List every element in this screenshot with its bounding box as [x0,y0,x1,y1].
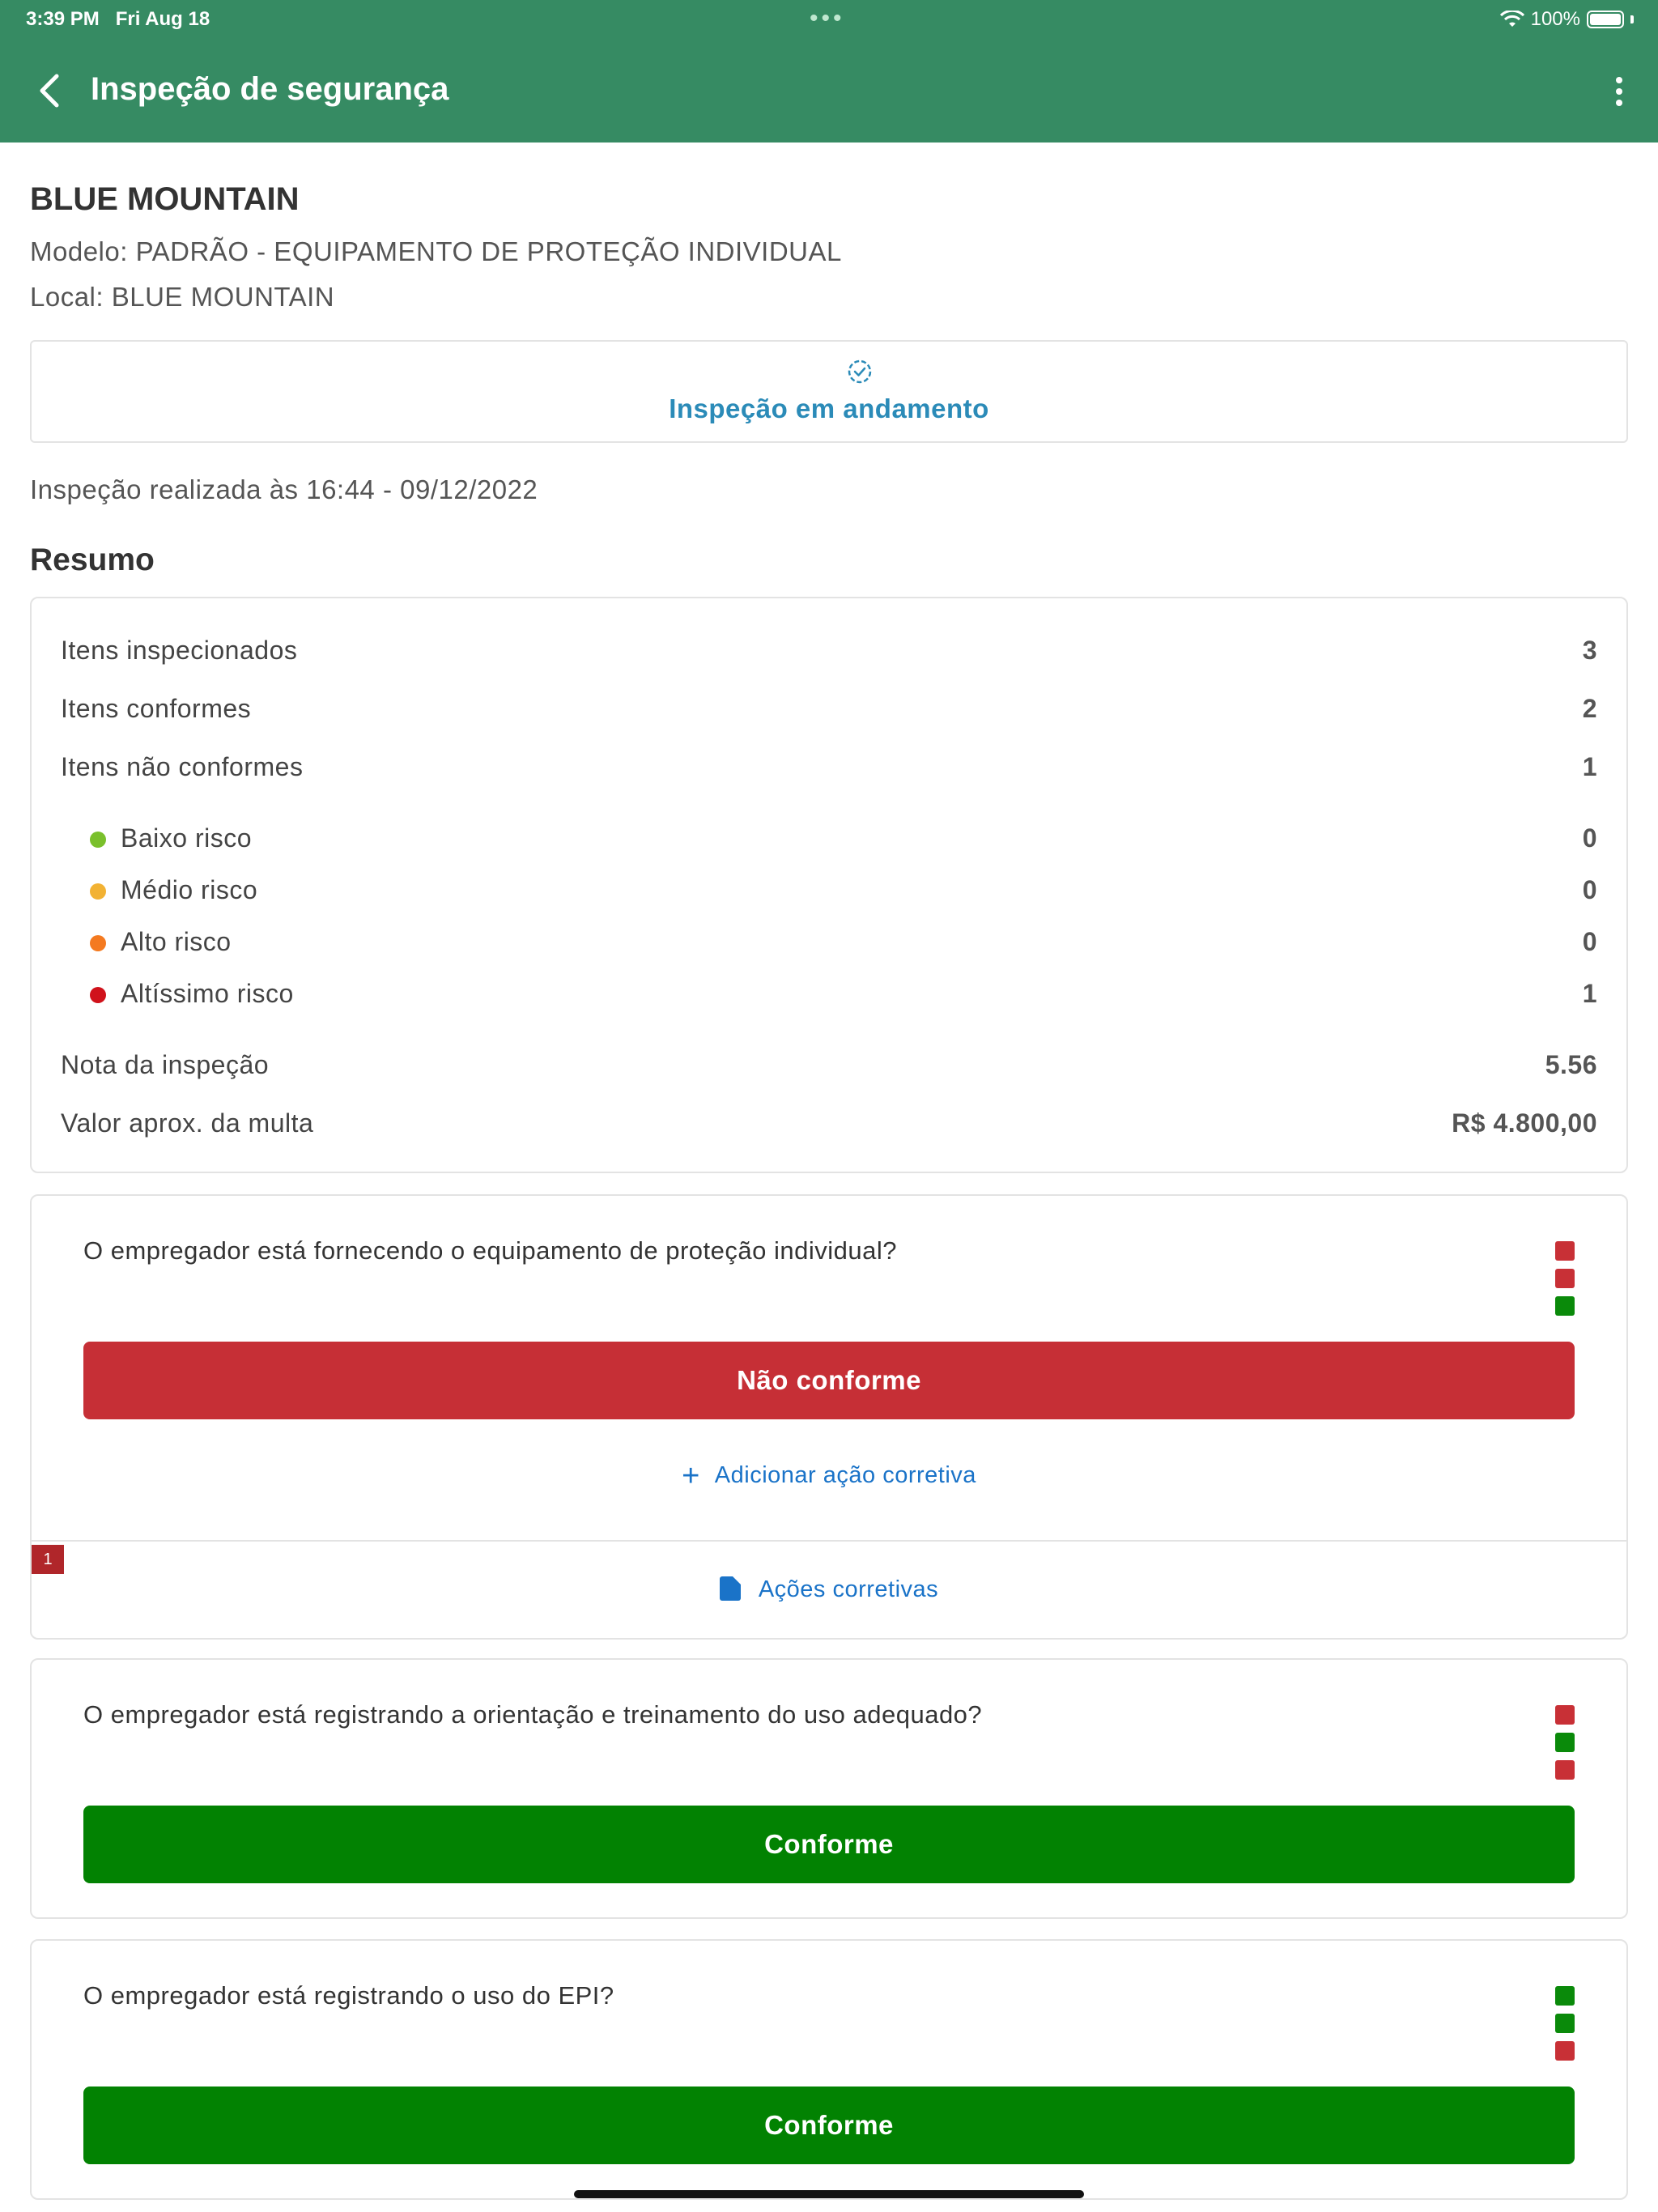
compliant-button[interactable]: Conforme [83,1806,1575,1883]
answer-history [1555,1986,1575,2061]
summary-value: 5.56 [1545,1050,1597,1079]
more-options-button[interactable] [1603,71,1635,112]
summary-label: Valor aprox. da multa [61,1108,314,1138]
history-mark-icon [1555,1986,1575,2006]
question-card: O empregador está registrando a orientaç… [30,1658,1628,1919]
answer-history [1555,1705,1575,1780]
question-text: O empregador está fornecendo o equipamen… [83,1236,897,1265]
risk-label: Baixo risco [121,823,252,853]
non-compliant-button[interactable]: Não conforme [83,1342,1575,1419]
actions-link-label: Ações corretivas [758,1576,939,1602]
multitasking-dots-icon[interactable]: ••• [810,5,845,32]
progress-check-icon [848,359,872,384]
question-text: O empregador está registrando a orientaç… [83,1700,983,1729]
risk-row-high: Alto risco 0 [90,927,1597,959]
history-mark-icon [1555,1760,1575,1780]
kebab-dot-icon [1616,100,1622,106]
add-corrective-action-button[interactable]: + Adicionar ação corretiva [32,1459,1626,1494]
risk-dot-low-icon [90,832,106,848]
status-right: 100% [1499,8,1634,31]
summary-title: Resumo [30,542,155,577]
summary-label: Itens não conformes [61,752,304,781]
battery-percent: 100% [1530,8,1580,30]
corrective-actions-count-badge: 1 [32,1545,64,1574]
summary-value: 3 [1582,636,1597,665]
risk-value: 0 [1582,823,1597,853]
risk-label: Médio risco [121,875,258,904]
summary-label: Itens conformes [61,694,252,723]
risk-dot-medium-icon [90,883,106,900]
question-text: O empregador está registrando o uso do E… [83,1981,614,2010]
answer-history [1555,1241,1575,1316]
risk-dot-high-icon [90,935,106,951]
summary-label: Itens inspecionados [61,636,298,665]
summary-label: Nota da inspeção [61,1050,270,1079]
status-bar: 3:39 PM Fri Aug 18 ••• 100% [0,0,1658,39]
status-date: Fri Aug 18 [115,8,210,30]
risk-value: 0 [1582,927,1597,956]
inspection-status-label: Inspeção em andamento [669,393,989,423]
document-icon [719,1576,741,1601]
history-mark-icon [1555,1269,1575,1288]
wifi-icon [1499,11,1524,27]
risk-row-medium: Médio risco 0 [90,875,1597,908]
performed-at: Inspeção realizada às 16:44 - 09/12/2022 [30,474,538,504]
kebab-dot-icon [1616,77,1622,83]
summary-row-non-compliant: Itens não conformes 1 [61,752,1597,785]
site-name: BLUE MOUNTAIN [30,181,300,217]
page-title: Inspeção de segurança [91,71,449,107]
app-header: 3:39 PM Fri Aug 18 ••• 100% Inspeção de … [0,0,1658,143]
kebab-dot-icon [1616,88,1622,95]
battery-icon [1587,11,1624,28]
risk-row-low: Baixo risco 0 [90,823,1597,856]
question-card: O empregador está registrando o uso do E… [30,1939,1628,2200]
status-time: 3:39 PM Fri Aug 18 [26,8,210,31]
summary-value: R$ 4.800,00 [1452,1108,1597,1138]
history-mark-icon [1555,1241,1575,1261]
risk-label: Alto risco [121,927,232,956]
risk-value: 1 [1582,979,1597,1008]
summary-value: 2 [1582,694,1597,723]
risk-label: Altíssimo risco [121,979,294,1008]
history-mark-icon [1555,1296,1575,1316]
summary-card: Itens inspecionados 3 Itens conformes 2 … [30,597,1628,1173]
history-mark-icon [1555,1705,1575,1725]
history-mark-icon [1555,2014,1575,2033]
plus-icon: + [682,1459,700,1493]
risk-value: 0 [1582,875,1597,904]
status-time-value: 3:39 PM [26,8,100,30]
summary-row-inspected: Itens inspecionados 3 [61,636,1597,668]
summary-row-fine: Valor aprox. da multa R$ 4.800,00 [61,1108,1597,1141]
model-line: Modelo: PADRÃO - EQUIPAMENTO DE PROTEÇÃO… [30,236,842,266]
back-button[interactable] [29,70,68,112]
add-action-label: Adicionar ação corretiva [714,1462,976,1488]
summary-value: 1 [1582,752,1597,781]
local-line: Local: BLUE MOUNTAIN [30,282,335,312]
history-mark-icon [1555,2041,1575,2061]
compliant-button[interactable]: Conforme [83,2087,1575,2164]
risk-row-very-high: Altíssimo risco 1 [90,979,1597,1011]
summary-row-score: Nota da inspeção 5.56 [61,1050,1597,1083]
battery-tip [1630,15,1634,23]
chevron-left-icon [40,74,59,108]
home-indicator[interactable] [574,2190,1084,2198]
risk-dot-very-high-icon [90,987,106,1003]
summary-row-compliant: Itens conformes 2 [61,694,1597,726]
corrective-actions-link[interactable]: Ações corretivas [32,1576,1626,1603]
question-card: O empregador está fornecendo o equipamen… [30,1194,1628,1640]
history-mark-icon [1555,1733,1575,1752]
inspection-status-card[interactable]: Inspeção em andamento [30,340,1628,443]
divider [32,1540,1626,1542]
